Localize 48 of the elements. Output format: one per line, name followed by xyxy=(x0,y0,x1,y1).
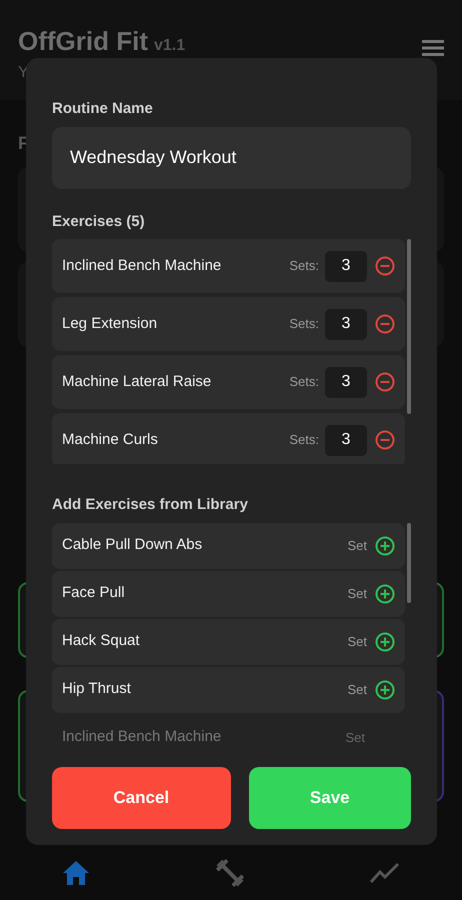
menu-icon[interactable] xyxy=(422,40,444,56)
remove-icon[interactable] xyxy=(375,372,395,392)
version-label: v1.1 xyxy=(154,37,186,54)
exercise-name: Face Pull xyxy=(62,583,126,604)
remove-icon[interactable] xyxy=(375,430,395,450)
library-row[interactable]: Hack Squat Set xyxy=(52,618,405,664)
field-label: Routine Name xyxy=(52,99,154,119)
set-label: Set xyxy=(347,680,367,699)
sets-field[interactable]: 3 xyxy=(325,308,367,340)
exercise-row[interactable]: Leg Extension Sets: 3 xyxy=(52,297,405,351)
sets-label: Sets: xyxy=(289,431,319,450)
exercise-name: Machine Curls xyxy=(62,430,159,450)
exercise-name: Cable Pull Down Abs xyxy=(62,535,204,556)
section-heading: Exercises (5) xyxy=(52,212,146,232)
section-heading: Add Exercises from Library xyxy=(52,495,249,515)
exercise-row[interactable]: Machine Lateral Raise Sets: 3 xyxy=(52,355,405,409)
add-icon[interactable] xyxy=(375,584,395,604)
sets-label: Sets: xyxy=(289,257,319,276)
exercise-name: Machine Lateral Raise xyxy=(62,372,212,392)
exercise-row[interactable]: Machine Curls Sets: 3 xyxy=(52,413,405,464)
add-icon[interactable] xyxy=(375,632,395,652)
exercise-name: Inclined Bench Machine xyxy=(62,256,222,276)
dumbbell-icon[interactable] xyxy=(214,858,245,888)
library-row[interactable]: Face Pull Set xyxy=(52,570,405,616)
add-icon[interactable] xyxy=(375,680,395,700)
set-label: Set xyxy=(347,584,367,603)
trend-line-icon[interactable] xyxy=(370,862,400,884)
sets-field[interactable]: 3 xyxy=(325,366,367,398)
set-label: Set xyxy=(345,728,365,747)
home-icon[interactable] xyxy=(62,860,90,886)
exercise-name: Hip Thrust xyxy=(62,679,132,700)
set-label: Set xyxy=(347,632,367,651)
sets-label: Sets: xyxy=(289,373,319,392)
add-icon[interactable] xyxy=(375,536,395,556)
library-row[interactable]: Cable Pull Down Abs Set xyxy=(52,522,405,568)
exercise-name: Inclined Bench Machine xyxy=(62,727,222,748)
sets-label: Sets: xyxy=(289,315,319,334)
exercise-name: Hack Squat xyxy=(62,631,141,652)
exercise-name: Leg Extension xyxy=(62,314,158,334)
remove-icon[interactable] xyxy=(375,314,395,334)
sets-field[interactable]: 3 xyxy=(325,424,367,456)
library-row[interactable]: Hip Thrust Set xyxy=(52,666,405,712)
app-title: OffGrid Fit xyxy=(18,26,148,56)
routine-name-field[interactable]: Wednesday Workout xyxy=(52,126,411,188)
remove-icon[interactable] xyxy=(375,256,395,276)
set-label: Set xyxy=(347,536,367,555)
exercise-row[interactable]: Inclined Bench Machine Sets: 3 xyxy=(52,239,405,293)
sets-field[interactable]: 3 xyxy=(325,250,367,282)
